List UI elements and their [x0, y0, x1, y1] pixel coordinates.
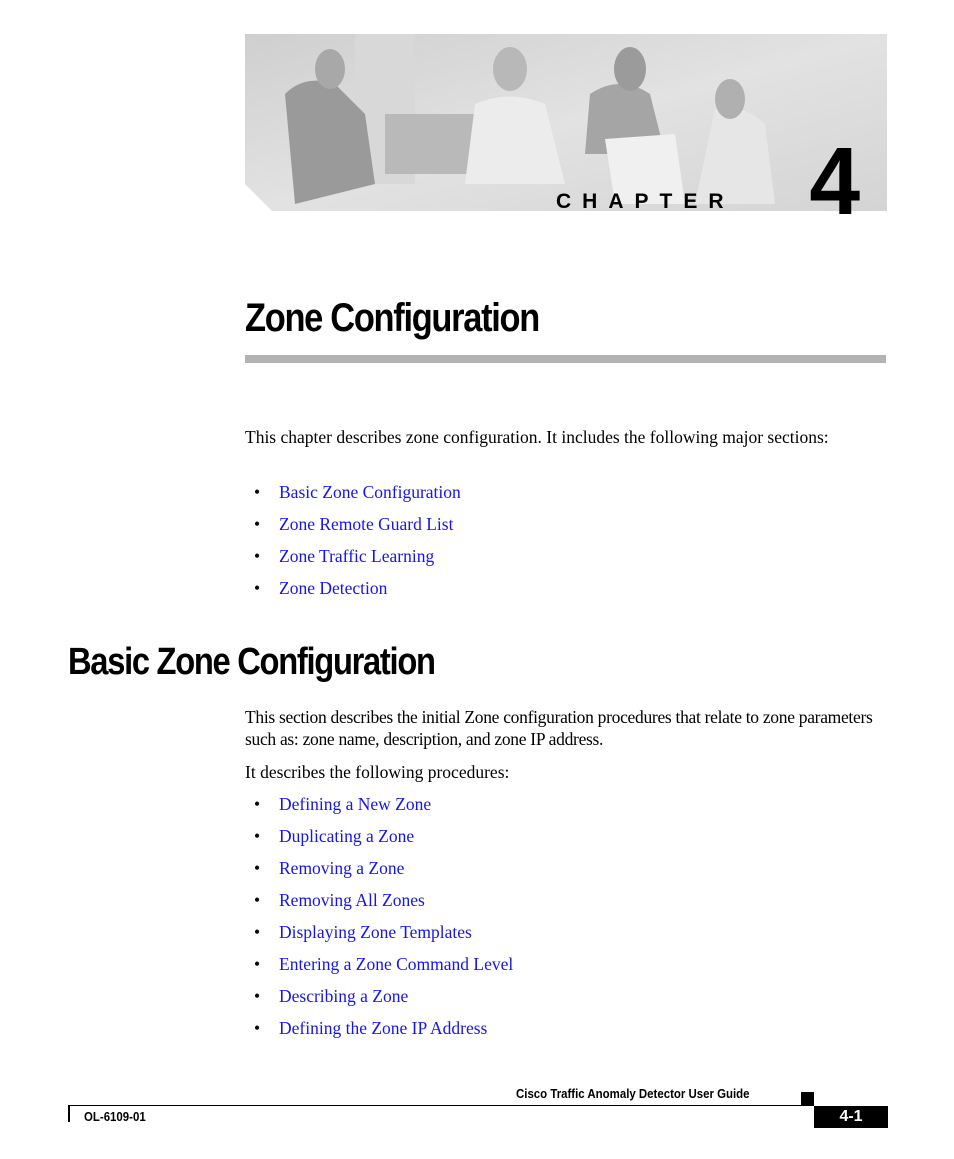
- bullet-icon: •: [254, 514, 261, 534]
- link-defining-the-zone-ip-address[interactable]: Defining the Zone IP Address: [279, 1017, 487, 1039]
- footer-guide-title: Cisco Traffic Anomaly Detector User Guid…: [516, 1086, 750, 1101]
- link-basic-zone-configuration[interactable]: Basic Zone Configuration: [279, 481, 461, 503]
- bullet-icon: •: [254, 890, 261, 910]
- footer-rule: [68, 1105, 801, 1106]
- link-removing-all-zones[interactable]: Removing All Zones: [279, 889, 425, 911]
- bullet-icon: •: [254, 922, 261, 942]
- link-defining-a-new-zone[interactable]: Defining a New Zone: [279, 793, 431, 815]
- footer-marker: [801, 1092, 814, 1106]
- chapter-title: Zone Configuration: [245, 296, 540, 340]
- chapter-banner-image: [245, 34, 887, 211]
- title-rule: [245, 355, 886, 363]
- chapter-label: CHAPTER: [556, 190, 735, 213]
- bullet-icon: •: [254, 954, 261, 974]
- footer-tick: [68, 1105, 70, 1122]
- link-entering-a-zone-command-level[interactable]: Entering a Zone Command Level: [279, 953, 513, 975]
- bullet-icon: •: [254, 826, 261, 846]
- footer-doc-number: OL-6109-01: [84, 1109, 146, 1124]
- bullet-icon: •: [254, 794, 261, 814]
- link-removing-a-zone[interactable]: Removing a Zone: [279, 857, 404, 879]
- intro-paragraph: This chapter describes zone configuratio…: [245, 427, 829, 447]
- bullet-icon: •: [254, 1018, 261, 1038]
- link-duplicating-a-zone[interactable]: Duplicating a Zone: [279, 825, 414, 847]
- bullet-icon: •: [254, 482, 261, 502]
- link-describing-a-zone[interactable]: Describing a Zone: [279, 985, 408, 1007]
- bullet-icon: •: [254, 986, 261, 1006]
- section-title: Basic Zone Configuration: [68, 641, 436, 683]
- link-zone-traffic-learning[interactable]: Zone Traffic Learning: [279, 545, 434, 567]
- bullet-icon: •: [254, 578, 261, 598]
- bullet-icon: •: [254, 546, 261, 566]
- section-paragraph: This section describes the initial Zone …: [245, 707, 873, 749]
- procedures-intro: It describes the following procedures:: [245, 762, 510, 782]
- link-zone-detection[interactable]: Zone Detection: [279, 577, 387, 599]
- bullet-icon: •: [254, 858, 261, 878]
- page-number: 4-1: [814, 1106, 888, 1128]
- banner-photo: [245, 34, 887, 211]
- link-zone-remote-guard-list[interactable]: Zone Remote Guard List: [279, 513, 453, 535]
- link-displaying-zone-templates[interactable]: Displaying Zone Templates: [279, 921, 472, 943]
- chapter-number: 4: [809, 128, 861, 235]
